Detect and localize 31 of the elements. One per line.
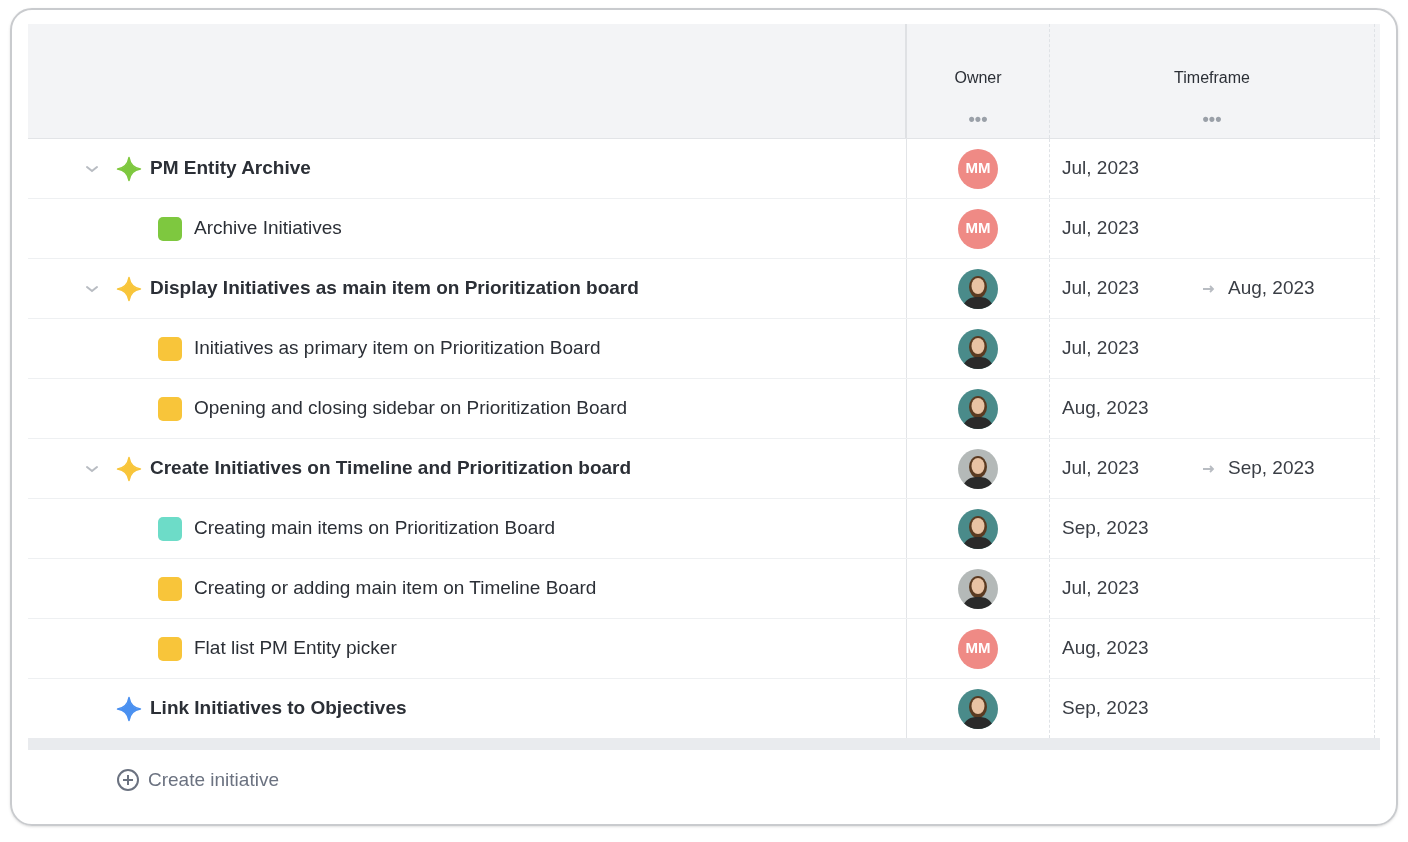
plus-circle-icon [116, 768, 140, 792]
row-title[interactable]: Initiatives as primary item on Prioritization Board [194, 334, 601, 363]
row-title[interactable]: PM Entity Archive [150, 154, 311, 183]
row-title[interactable]: Flat list PM Entity picker [194, 634, 397, 663]
start-date: Sep, 2023 [1062, 696, 1150, 721]
avatar: MM [958, 208, 998, 249]
row-title[interactable]: Link Initiatives to Objectives [150, 694, 407, 723]
start-date: Jul, 2023 [1062, 156, 1141, 181]
start-date: Jul, 2023 [1062, 576, 1141, 601]
start-date: Jul, 2023 [1062, 276, 1141, 301]
row-title[interactable]: Creating main items on Prioritization Board [194, 514, 556, 543]
start-date: Jul, 2023 [1062, 216, 1141, 241]
row-title[interactable]: Archive Initiatives [194, 214, 342, 243]
start-date: Aug, 2023 [1062, 396, 1150, 421]
start-date: Aug, 2023 [1062, 636, 1150, 661]
start-date: Jul, 2023 [1062, 336, 1141, 361]
create-initiative-button[interactable]: Create initiative [116, 765, 279, 795]
end-date: Sep, 2023 [1228, 456, 1315, 481]
row-title[interactable]: Create Initiatives on Timeline and Prioritization board [150, 454, 632, 483]
row-title[interactable]: Opening and closing sidebar on Prioritization Board [194, 394, 628, 423]
end-date: Aug, 2023 [1228, 276, 1315, 301]
column-header: Timeframe [1174, 68, 1250, 88]
arrow-icon [1202, 463, 1216, 474]
row-title[interactable]: Creating or adding main item on Timeline Board [194, 574, 597, 603]
start-date: Jul, 2023 [1062, 456, 1141, 481]
row-title[interactable]: Display Initiatives as main item on Prioritization board [150, 274, 639, 303]
arrow-icon [1202, 283, 1216, 294]
column-header: Owner [954, 68, 1002, 88]
start-date: Sep, 2023 [1062, 516, 1150, 541]
avatar: MM [958, 148, 998, 189]
avatar: MM [958, 628, 998, 669]
